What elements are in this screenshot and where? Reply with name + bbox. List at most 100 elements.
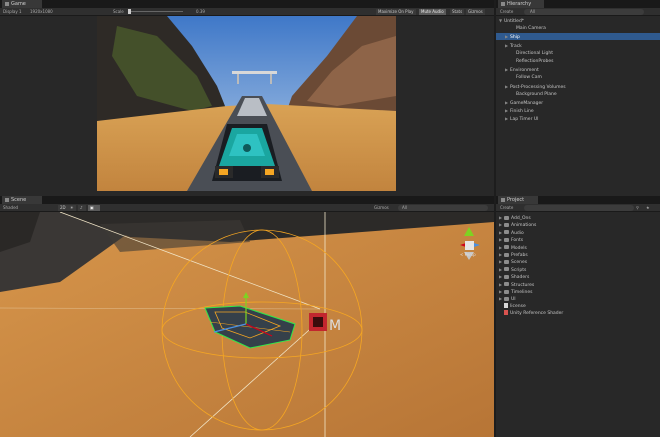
hierarchy-item[interactable]: ▶ Post-Processing Volumes bbox=[496, 83, 660, 90]
hierarchy-create-button[interactable]: Create bbox=[500, 9, 513, 15]
project-item-label: Models bbox=[511, 245, 527, 251]
scale-label: Scale bbox=[113, 9, 124, 14]
project-item[interactable]: ▶ Scenes bbox=[496, 258, 660, 265]
project-item-label: Timelines bbox=[511, 290, 533, 295]
project-item[interactable]: ▶ Animations bbox=[496, 221, 660, 228]
folder-icon bbox=[504, 215, 509, 220]
filter-icon[interactable]: ⚲ bbox=[636, 205, 639, 211]
project-item-label: Structures bbox=[511, 282, 535, 288]
folder-icon bbox=[504, 252, 509, 257]
hierarchy-item[interactable]: ▶ Lap Timer UI bbox=[496, 115, 660, 122]
project-item[interactable]: ▶ Shaders bbox=[496, 273, 660, 280]
scale-value: 0.39 bbox=[196, 9, 205, 14]
hierarchy-item[interactable]: ▶ Track bbox=[496, 42, 660, 49]
scene-render: M bbox=[0, 212, 494, 437]
tab-hierarchy[interactable]: Hierarchy bbox=[498, 0, 544, 8]
hierarchy-item[interactable]: ▶ Ship bbox=[496, 33, 660, 41]
project-item-label: Audio bbox=[511, 230, 524, 236]
project-item[interactable]: ▶ Timelines bbox=[496, 288, 660, 295]
hierarchy-item-label: Background Plane bbox=[516, 91, 557, 97]
project-item[interactable]: Unity Reference Shader bbox=[496, 310, 660, 317]
audio-toggle[interactable]: ♪ bbox=[78, 205, 86, 211]
folder-icon bbox=[504, 259, 509, 264]
lighting-toggle[interactable]: ☀ bbox=[68, 205, 76, 211]
project-item[interactable]: ▶ Models bbox=[496, 244, 660, 251]
hierarchy-item[interactable]: Background Plane bbox=[496, 91, 660, 98]
star-icon[interactable]: ★ bbox=[646, 205, 650, 211]
hierarchy-item[interactable]: Directional Light bbox=[496, 50, 660, 57]
tab-project[interactable]: Project bbox=[498, 196, 538, 204]
scene-search-input[interactable]: All bbox=[398, 205, 488, 211]
resolution-dropdown[interactable]: 1920x1080 bbox=[30, 9, 53, 15]
hierarchy-item[interactable]: ▶ GameManager bbox=[496, 99, 660, 106]
hierarchy-item[interactable]: ▼ Untitled* bbox=[496, 17, 660, 24]
hierarchy-item-label: Environment bbox=[510, 68, 539, 74]
project-create-button[interactable]: Create bbox=[500, 205, 513, 211]
folder-icon bbox=[504, 282, 509, 287]
hierarchy-search-input[interactable]: All bbox=[524, 9, 644, 15]
hierarchy-item[interactable]: Main Camera bbox=[496, 25, 660, 32]
scene-search-placeholder: All bbox=[402, 205, 407, 210]
scene-view-render[interactable]: M < Persp bbox=[0, 212, 494, 437]
scene-panel: Scene Shaded 2D ☀ ♪ ▣ Gizmos All M < Per… bbox=[0, 196, 494, 437]
scale-slider-handle[interactable] bbox=[128, 9, 131, 14]
scene-grid-icon bbox=[5, 197, 9, 202]
project-item-label: UI bbox=[511, 297, 516, 303]
maximize-on-play-toggle[interactable]: Maximize On Play bbox=[376, 9, 416, 15]
project-item[interactable]: ▶ Structures bbox=[496, 281, 660, 288]
2d-toggle[interactable]: 2D bbox=[58, 205, 68, 211]
scene-toolbar: Shaded 2D ☀ ♪ ▣ Gizmos All bbox=[0, 204, 494, 212]
scene-tabbar: Scene bbox=[0, 196, 494, 204]
hierarchy-item-label: Finish Line bbox=[510, 109, 534, 115]
folder-icon bbox=[504, 267, 509, 272]
list-icon bbox=[501, 1, 505, 6]
hierarchy-item-label: Main Camera bbox=[516, 26, 546, 32]
scale-slider[interactable] bbox=[128, 9, 183, 14]
scene-gizmos-dropdown[interactable]: Gizmos bbox=[374, 205, 389, 211]
project-item-label: Fonts bbox=[511, 238, 524, 244]
project-panel: Project Create ⚲ ★ ▶ Add_Ons ▶ Animations ▶ A… bbox=[496, 196, 660, 437]
hierarchy-item-label: Follow Cam bbox=[516, 75, 542, 81]
project-item-label: Prefabs bbox=[511, 253, 528, 258]
hierarchy-panel: Hierarchy Create All ▼ Untitled* Main Came… bbox=[496, 0, 660, 196]
tab-game[interactable]: Game bbox=[2, 0, 42, 8]
game-view-render[interactable] bbox=[97, 16, 396, 191]
image-icon: ▣ bbox=[90, 205, 94, 210]
mute-audio-toggle[interactable]: Mute Audio bbox=[419, 9, 446, 15]
hierarchy-item[interactable]: ▶ Finish Line bbox=[496, 107, 660, 114]
project-item-label: license bbox=[510, 303, 526, 309]
effects-toggle[interactable]: ▣ bbox=[88, 205, 100, 211]
shading-mode-dropdown[interactable]: Shaded bbox=[3, 205, 18, 211]
game-tabbar: Game bbox=[0, 0, 494, 8]
display-dropdown[interactable]: Display 1 bbox=[3, 9, 22, 15]
project-item[interactable]: ▶ Scripts bbox=[496, 266, 660, 273]
hierarchy-item[interactable]: ▶ Environment bbox=[496, 66, 660, 73]
hierarchy-item[interactable]: ReflectionProbes bbox=[496, 58, 660, 65]
gizmos-dropdown[interactable]: Gizmos bbox=[466, 9, 485, 15]
project-item[interactable]: ▶ Prefabs bbox=[496, 251, 660, 258]
project-item[interactable]: license bbox=[496, 302, 660, 310]
hierarchy-item-label: Lap Timer UI bbox=[510, 117, 539, 123]
folder-icon bbox=[504, 245, 509, 250]
game-scene-render bbox=[97, 16, 396, 191]
project-search-input[interactable] bbox=[524, 205, 634, 211]
project-item[interactable]: ▶ Audio bbox=[496, 229, 660, 236]
hierarchy-item[interactable]: Follow Cam bbox=[496, 74, 660, 81]
hierarchy-tabbar: Hierarchy bbox=[496, 0, 660, 8]
hierarchy-search-placeholder: All bbox=[530, 9, 535, 14]
hierarchy-item-label: Track bbox=[510, 43, 522, 49]
stats-toggle[interactable]: Stats bbox=[450, 9, 465, 15]
project-item-label: Scenes bbox=[511, 260, 528, 266]
persp-label[interactable]: < Persp bbox=[460, 252, 476, 257]
bridge bbox=[232, 71, 277, 74]
project-item[interactable]: ▶ Add_Ons bbox=[496, 214, 660, 221]
hierarchy-toolbar: Create All bbox=[496, 8, 660, 16]
project-item[interactable]: ▶ UI bbox=[496, 295, 660, 302]
project-item[interactable]: ▶ Fonts bbox=[496, 236, 660, 243]
hierarchy-item-label: GameManager bbox=[510, 101, 544, 106]
project-item-label: Scripts bbox=[511, 267, 527, 273]
folder-icon bbox=[504, 222, 509, 227]
folder-icon bbox=[504, 289, 509, 294]
tab-scene[interactable]: Scene bbox=[2, 196, 42, 204]
hierarchy-item-label: ReflectionProbes bbox=[516, 59, 554, 64]
